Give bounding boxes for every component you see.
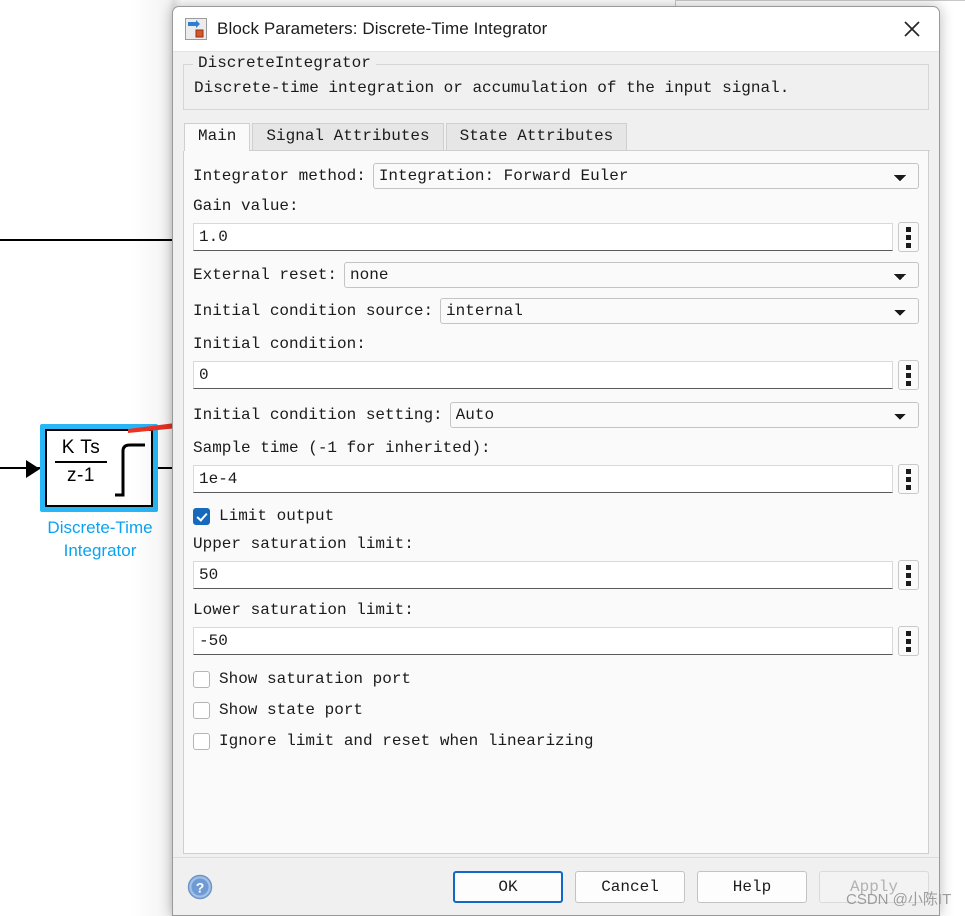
help-button[interactable]: Help [697, 870, 807, 903]
row-external-reset: External reset: none [193, 262, 919, 288]
tab-state-attributes[interactable]: State Attributes [445, 123, 628, 150]
initial-condition-label: Initial condition: [193, 335, 366, 353]
row-initial-condition: Initial condition: [193, 335, 919, 390]
gain-value-input[interactable] [193, 223, 893, 251]
initial-condition-more-icon[interactable] [898, 360, 919, 390]
row-upper-saturation-limit: Upper saturation limit: [193, 535, 919, 590]
row-sample-time: Sample time (-1 for inherited): [193, 439, 919, 494]
gain-value-label: Gain value: [193, 197, 299, 215]
integrator-saturation-icon [115, 443, 145, 497]
block-caption-line1: Discrete-Time [47, 518, 153, 537]
row-ignore-limit-linearizing: Ignore limit and reset when linearizing [193, 732, 919, 751]
block-caption: Discrete-Time Integrator [0, 516, 200, 562]
row-limit-output: Limit output [193, 507, 919, 526]
lower-saturation-limit-input[interactable] [193, 627, 893, 655]
block-transfer-function: K Ts z-1 [55, 437, 107, 487]
block-description-text: Discrete-time integration or accumulatio… [194, 79, 790, 97]
row-initial-condition-setting: Initial condition setting: Auto [193, 402, 919, 428]
lower-saturation-limit-label: Lower saturation limit: [193, 601, 414, 619]
footer-button-group: OK Cancel Help Apply [441, 870, 939, 903]
external-reset-select[interactable]: none [344, 262, 919, 288]
ignore-limit-linearizing-checkbox[interactable] [193, 733, 210, 750]
sample-time-label: Sample time (-1 for inherited): [193, 439, 491, 457]
show-saturation-port-label: Show saturation port [219, 670, 412, 688]
block-description-legend: DiscreteIntegrator [193, 54, 376, 72]
initial-condition-setting-select[interactable]: Auto [449, 402, 919, 428]
signal-line-top [0, 239, 178, 241]
lower-saturation-limit-more-icon[interactable] [898, 626, 919, 656]
upper-saturation-limit-input[interactable] [193, 561, 893, 589]
close-glyph [904, 21, 920, 37]
initial-condition-setting-label: Initial condition setting: [193, 405, 443, 424]
block-parameters-dialog: Block Parameters: Discrete-Time Integrat… [172, 6, 940, 916]
initial-condition-input[interactable] [193, 361, 893, 389]
sample-time-more-icon[interactable] [898, 464, 919, 494]
svg-text:?: ? [196, 879, 205, 895]
integrator-method-select[interactable]: Integration: Forward Euler [372, 163, 919, 189]
block-fraction-bar [55, 461, 107, 463]
integrator-method-label: Integrator method: [193, 166, 366, 185]
block-input-port [26, 460, 40, 478]
initial-condition-source-label: Initial condition source: [193, 301, 434, 320]
show-state-port-checkbox[interactable] [193, 702, 210, 719]
help-icon[interactable]: ? [187, 874, 213, 900]
limit-output-checkbox[interactable] [193, 508, 210, 525]
external-reset-label: External reset: [193, 265, 338, 284]
dialog-titlebar: Block Parameters: Discrete-Time Integrat… [173, 7, 939, 52]
row-initial-condition-source: Initial condition source: internal [193, 298, 919, 324]
block-caption-line2: Integrator [63, 541, 137, 560]
block-denominator: z-1 [67, 465, 95, 486]
upper-saturation-limit-more-icon[interactable] [898, 560, 919, 590]
row-gain-value: Gain value: [193, 197, 919, 252]
gain-value-more-icon[interactable] [898, 222, 919, 252]
main-tab-panel: Integrator method: Integration: Forward … [183, 151, 929, 854]
ignore-limit-linearizing-label: Ignore limit and reset when linearizing [219, 732, 594, 750]
block-description-group: DiscreteIntegrator Discrete-time integra… [183, 54, 929, 110]
apply-button: Apply [819, 870, 929, 903]
tab-signal-attributes[interactable]: Signal Attributes [252, 123, 444, 150]
cancel-button[interactable]: Cancel [575, 870, 685, 903]
row-lower-saturation-limit: Lower saturation limit: [193, 601, 919, 656]
row-show-saturation-port: Show saturation port [193, 670, 919, 689]
initial-condition-source-select[interactable]: internal [440, 298, 919, 324]
sample-time-input[interactable] [193, 465, 893, 493]
dialog-footer: ? OK Cancel Help Apply [173, 857, 939, 915]
show-saturation-port-checkbox[interactable] [193, 671, 210, 688]
upper-saturation-limit-label: Upper saturation limit: [193, 535, 414, 553]
tab-main[interactable]: Main [184, 123, 251, 151]
block-numerator: K Ts [61, 437, 101, 458]
row-integrator-method: Integrator method: Integration: Forward … [193, 163, 919, 189]
close-icon[interactable] [885, 7, 939, 51]
simulink-block-icon [185, 18, 207, 40]
limit-output-label: Limit output [219, 507, 335, 525]
dialog-tabs: Main Signal Attributes State Attributes [184, 123, 930, 151]
show-state-port-label: Show state port [219, 701, 364, 719]
block-body: K Ts z-1 [45, 429, 153, 507]
row-show-state-port: Show state port [193, 701, 919, 720]
ok-button[interactable]: OK [453, 870, 563, 903]
dialog-title: Block Parameters: Discrete-Time Integrat… [217, 19, 548, 38]
